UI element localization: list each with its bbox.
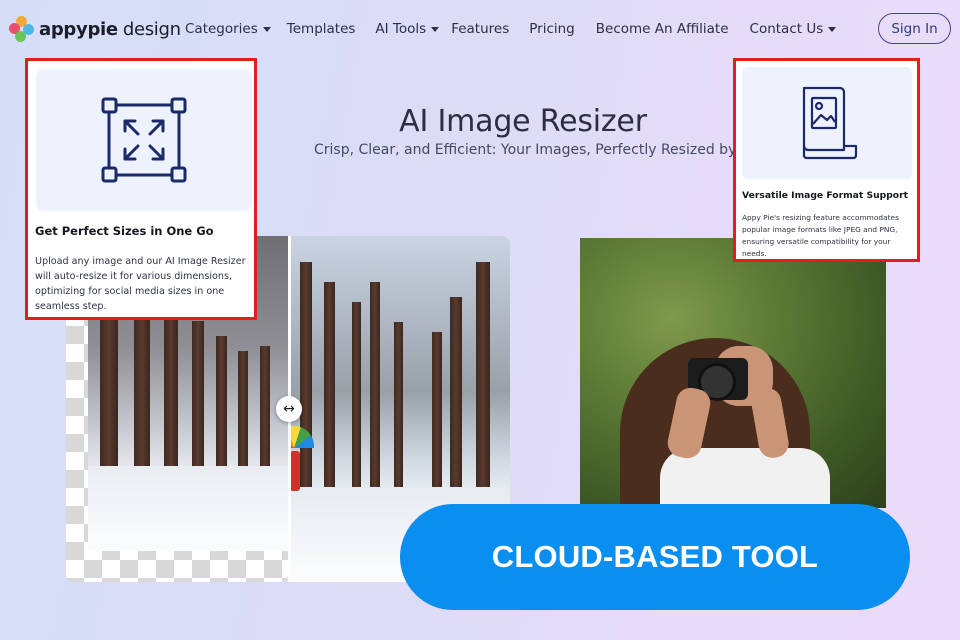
nav-item-label: Categories (185, 21, 258, 37)
caret-down-icon (828, 26, 837, 32)
feature-card-perfect-sizes: Get Perfect Sizes in One Go Upload any i… (25, 58, 257, 320)
photographer-sample-image (580, 238, 886, 508)
feature-card-format-support: Versatile Image Format Support Appy Pie'… (733, 58, 920, 262)
banner-label: CLOUD-BASED TOOL (491, 539, 819, 574)
sign-in-button[interactable]: Sign In (878, 13, 951, 44)
feature-description: Upload any image and our AI Image Resize… (35, 256, 246, 312)
feature-title: Get Perfect Sizes in One Go (35, 224, 214, 238)
nav-item-templates[interactable]: Templates (287, 21, 356, 37)
caret-down-icon (262, 26, 271, 32)
feature-title: Versatile Image Format Support (742, 190, 909, 201)
nav-item-label: Templates (286, 21, 356, 37)
compare-slider-handle[interactable]: ↔ (276, 396, 302, 422)
cloud-based-tool-banner: CLOUD-BASED TOOL (400, 504, 910, 610)
nav-item-label: Pricing (529, 21, 575, 37)
nav-item-label: Contact Us (749, 21, 824, 37)
page-subtitle: Crisp, Clear, and Efficient: Your Images… (314, 142, 759, 158)
left-right-arrow-icon: ↔ (283, 401, 295, 417)
feature-description: Appy Pie's resizing feature accommodates… (742, 213, 899, 258)
brand-name-bold: appypie (39, 18, 118, 40)
nav-item-label: AI Tools (375, 21, 427, 37)
top-navigation: appypie design Categories Templates AI To… (0, 0, 960, 62)
logo-mark-icon (9, 16, 35, 42)
nav-item-features[interactable]: Features (451, 21, 509, 37)
nav-item-label: Become An Affiliate (595, 21, 729, 37)
image-file-icon (802, 86, 858, 160)
resize-arrows-icon (101, 97, 187, 183)
nav-item-categories[interactable]: Categories (185, 21, 271, 37)
feature-icon-container (742, 67, 912, 179)
nav-item-pricing[interactable]: Pricing (529, 21, 575, 37)
main-menu: Categories Templates AI Tools Features P… (185, 21, 852, 37)
brand-name: appypie design (39, 19, 181, 40)
brand-name-light: design (122, 18, 181, 40)
caret-down-icon (431, 26, 440, 32)
nav-item-ai-tools[interactable]: AI Tools (375, 21, 440, 37)
nav-item-contact-us[interactable]: Contact Us (750, 21, 837, 37)
nav-item-affiliate[interactable]: Become An Affiliate (596, 21, 729, 37)
feature-icon-container (36, 69, 252, 211)
nav-item-label: Features (451, 21, 510, 37)
brand-logo[interactable]: appypie design (9, 16, 181, 42)
